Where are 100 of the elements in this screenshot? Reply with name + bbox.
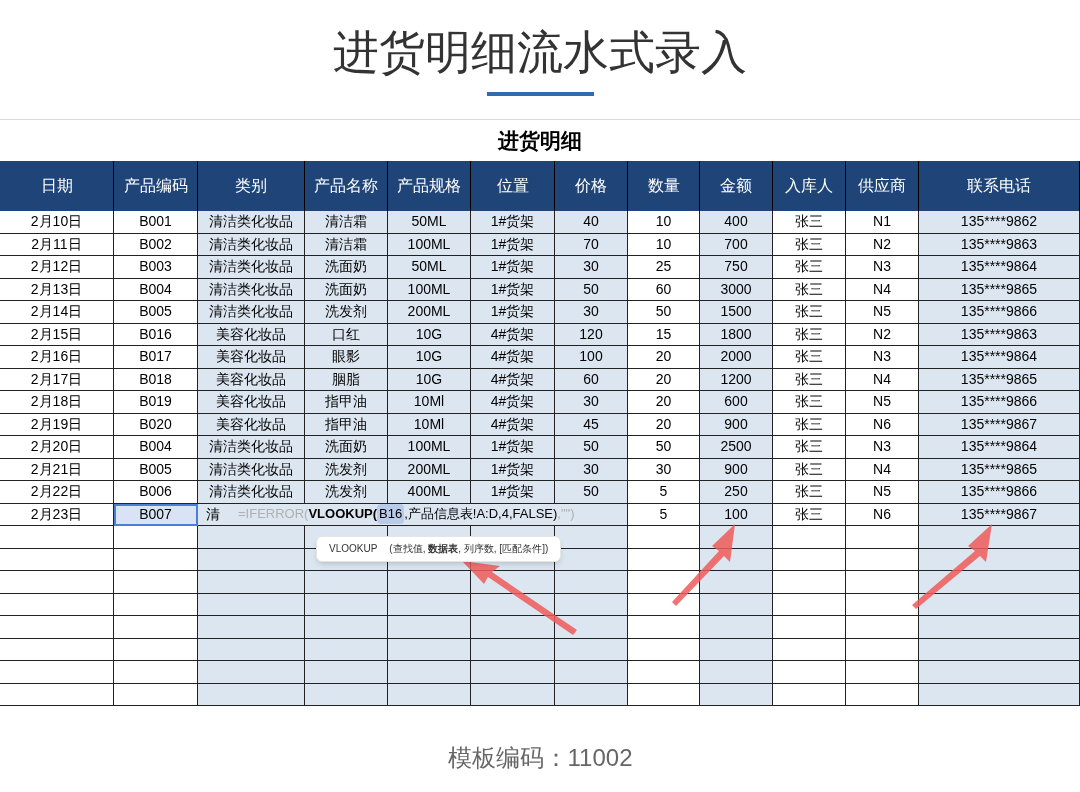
- table-cell: 1#货架: [471, 256, 555, 279]
- table-cell: 清洁类化妆品: [198, 256, 305, 279]
- table-cell: 2月11日: [0, 233, 114, 256]
- table-cell: 25: [628, 256, 700, 279]
- table-cell: 2000: [700, 346, 773, 369]
- column-header: 金额: [700, 161, 773, 211]
- table-cell: 2月18日: [0, 391, 114, 414]
- function-name: VLOOKUP: [329, 542, 378, 556]
- table-cell: 洗面奶: [305, 278, 388, 301]
- table-cell: N3: [846, 346, 919, 369]
- table-cell: 700: [700, 233, 773, 256]
- table-cell: 20: [628, 391, 700, 414]
- column-header: 供应商: [846, 161, 919, 211]
- table-cell: 4#货架: [471, 391, 555, 414]
- table-cell: 美容化妆品: [198, 391, 305, 414]
- table-cell: 美容化妆品: [198, 368, 305, 391]
- table-cell: 135****9867: [919, 413, 1080, 436]
- table-cell: 20: [628, 368, 700, 391]
- table-cell: B002: [114, 233, 198, 256]
- table-cell: 135****9865: [919, 368, 1080, 391]
- table-cell: 30: [628, 458, 700, 481]
- table-cell: 眼影: [305, 346, 388, 369]
- table-cell: 1#货架: [471, 278, 555, 301]
- table-cell: 2月21日: [0, 458, 114, 481]
- table-cell: 135****9865: [919, 278, 1080, 301]
- table-cell: 50ML: [388, 211, 471, 234]
- table-cell: 2500: [700, 436, 773, 459]
- table-cell: B005: [114, 458, 198, 481]
- table-cell: 清洁类化妆品: [198, 481, 305, 504]
- table-cell: 250: [700, 481, 773, 504]
- table-cell: 1#货架: [471, 211, 555, 234]
- table-cell: 10G: [388, 323, 471, 346]
- page-title: 进货明细流水式录入: [333, 25, 747, 80]
- table-cell: 张三: [773, 278, 846, 301]
- table-cell: N5: [846, 481, 919, 504]
- table-cell: 指甲油: [305, 391, 388, 414]
- table-cell: 20: [628, 346, 700, 369]
- table-cell: 30: [555, 458, 628, 481]
- column-header: 产品规格: [388, 161, 471, 211]
- table-cell: 2月12日: [0, 256, 114, 279]
- table-cell: 50: [555, 278, 628, 301]
- column-header: 价格: [555, 161, 628, 211]
- column-header: 类别: [198, 161, 305, 211]
- table-cell: N6: [846, 413, 919, 436]
- column-header: 位置: [471, 161, 555, 211]
- table-cell: 30: [555, 301, 628, 324]
- table-cell: 10Ml: [388, 391, 471, 414]
- column-header: 入库人: [773, 161, 846, 211]
- table-cell: 美容化妆品: [198, 346, 305, 369]
- table-cell: 135****9863: [919, 323, 1080, 346]
- table-cell: N2: [846, 323, 919, 346]
- arrow-icon: [462, 561, 577, 635]
- table-cell: 10Ml: [388, 413, 471, 436]
- table-cell: 400ML: [388, 481, 471, 504]
- table-cell: 135****9864: [919, 256, 1080, 279]
- table-cell: 2月10日: [0, 211, 114, 234]
- table-cell: 50: [628, 436, 700, 459]
- table-cell: 600: [700, 391, 773, 414]
- table-cell: 清洁类化妆品: [198, 458, 305, 481]
- table-cell: 135****9866: [919, 391, 1080, 414]
- table-cell: B020: [114, 413, 198, 436]
- table-cell: 100ML: [388, 436, 471, 459]
- table-cell: 2月13日: [0, 278, 114, 301]
- sheet-title: 进货明细: [497, 127, 583, 154]
- table-cell: 135****9866: [919, 481, 1080, 504]
- table-cell: 清洁类化妆品: [198, 436, 305, 459]
- table-cell: 张三: [773, 368, 846, 391]
- column-header: 数量: [628, 161, 700, 211]
- table-cell: 1#货架: [471, 481, 555, 504]
- table-cell: N4: [846, 458, 919, 481]
- table-cell: 2月16日: [0, 346, 114, 369]
- table-cell: 400: [700, 211, 773, 234]
- table-cell: [628, 526, 700, 549]
- table-cell: 10G: [388, 368, 471, 391]
- table-cell: 张三: [773, 458, 846, 481]
- table-cell: 张三: [773, 346, 846, 369]
- table-cell: 洗发剂: [305, 458, 388, 481]
- table-cell: 50ML: [388, 256, 471, 279]
- table-cell: N5: [846, 391, 919, 414]
- function-arguments: (查找值, 数据表, 列序数, [匹配条件]): [389, 542, 549, 556]
- table-cell: 70: [555, 233, 628, 256]
- table-cell: 100ML: [388, 233, 471, 256]
- table-cell: 清洁类化妆品: [198, 211, 305, 234]
- table-cell: 张三: [773, 391, 846, 414]
- table-cell: 15: [628, 323, 700, 346]
- table-cell: B019: [114, 391, 198, 414]
- table-cell: 洗发剂: [305, 301, 388, 324]
- table-cell: 1500: [700, 301, 773, 324]
- table-cell: 5: [628, 503, 700, 526]
- table-cell: [628, 661, 700, 684]
- table-cell: N4: [846, 278, 919, 301]
- table-cell: 2月20日: [0, 436, 114, 459]
- table-cell: 1800: [700, 323, 773, 346]
- table-cell: 60: [555, 368, 628, 391]
- table-cell: N2: [846, 233, 919, 256]
- table-cell: 50: [555, 481, 628, 504]
- table-cell: 张三: [773, 503, 846, 526]
- table-cell: 清洁霜: [305, 211, 388, 234]
- table-cell: 200ML: [388, 458, 471, 481]
- table-cell: [628, 616, 700, 639]
